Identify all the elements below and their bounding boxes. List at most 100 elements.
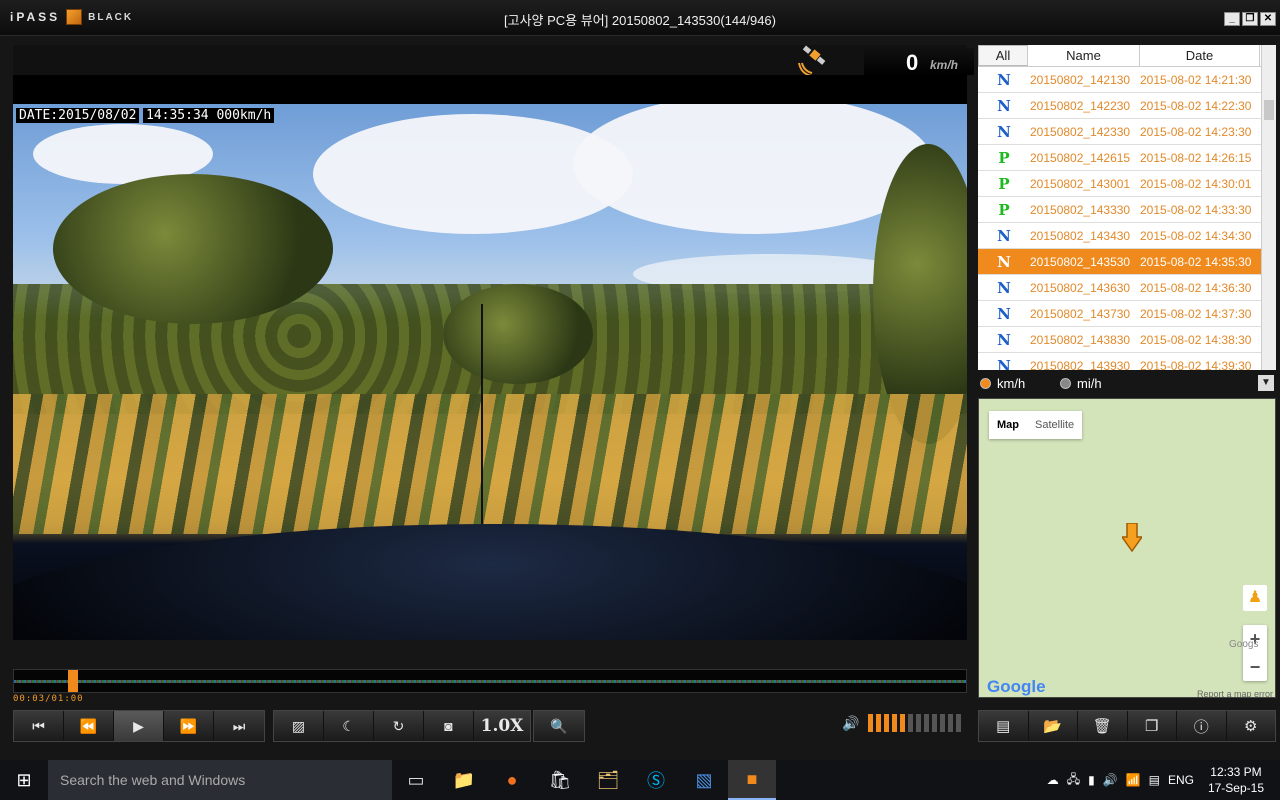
volume-bar[interactable] xyxy=(924,714,930,732)
pegman-icon[interactable]: ♟ xyxy=(1243,585,1267,611)
volume-bar[interactable] xyxy=(900,714,906,732)
volume-bar[interactable] xyxy=(868,714,874,732)
file-row[interactable]: N 20150802_143530 2015-08-02 14:35:30 xyxy=(978,249,1276,275)
magnify-button[interactable]: 🔍 xyxy=(534,711,584,741)
snapshot-button[interactable]: ◙ xyxy=(424,711,474,741)
copy-icon[interactable]: ❐ xyxy=(1128,711,1177,741)
video-frame[interactable]: DATE:2015/08/02 14:35:34 000km/h xyxy=(13,104,967,640)
volume-bar[interactable] xyxy=(908,714,914,732)
volume-bar[interactable] xyxy=(892,714,898,732)
volume-bar[interactable] xyxy=(932,714,938,732)
cloud-icon[interactable]: ☁ xyxy=(1047,773,1059,787)
volume-control[interactable]: 🔊 xyxy=(842,714,962,732)
volume-bar[interactable] xyxy=(956,714,962,732)
play-button[interactable]: ▶ xyxy=(114,711,164,741)
scroll-thumb[interactable] xyxy=(1264,100,1274,120)
volume-icon[interactable]: 🔊 xyxy=(1103,773,1118,787)
file-row[interactable]: N 20150802_143930 2015-08-02 14:39:30 xyxy=(978,353,1276,371)
file-row[interactable]: P 20150802_143001 2015-08-02 14:30:01 xyxy=(978,171,1276,197)
file-rows: N 20150802_142130 2015-08-02 14:21:30 N 2015… xyxy=(978,67,1276,370)
night-mode-button[interactable]: ☾ xyxy=(324,711,374,741)
windows-start-icon[interactable]: ⊞ xyxy=(0,760,48,800)
taskbar-search-box[interactable]: Search the web and Windows xyxy=(48,760,392,800)
delete-icon[interactable]: 🗑 xyxy=(1078,711,1128,741)
windows-taskbar: ⊞ Search the web and Windows ▭ 📁 ● 🛍 🗂 Ⓢ… xyxy=(0,760,1280,800)
ipass-viewer-icon[interactable]: ■ xyxy=(728,760,776,800)
system-tray: ☁ 🖧 ▮ 🔊 📶 ▤ ENG 12:33 PM 17-Sep-15 xyxy=(1047,760,1280,800)
volume-bar[interactable] xyxy=(876,714,882,732)
volume-bar[interactable] xyxy=(916,714,922,732)
zoom-control: 🔍 xyxy=(533,710,585,742)
satellite-tab[interactable]: Satellite xyxy=(1027,411,1082,439)
skype-icon[interactable]: Ⓢ xyxy=(632,760,680,800)
name-column-header[interactable]: Name xyxy=(1028,45,1140,66)
store-icon[interactable]: 🛍 xyxy=(536,760,584,800)
map-tab[interactable]: Map xyxy=(989,411,1027,439)
tree xyxy=(443,284,593,384)
gps-satellite-icon xyxy=(798,45,826,75)
file-date: 2015-08-02 14:23:30 xyxy=(1140,124,1252,139)
file-explorer-icon[interactable]: 📁 xyxy=(440,760,488,800)
timeline-thumb[interactable] xyxy=(68,670,78,692)
file-row[interactable]: N 20150802_143430 2015-08-02 14:34:30 xyxy=(978,223,1276,249)
sd-card-icon[interactable]: ▤ xyxy=(979,711,1029,741)
volume-bar[interactable] xyxy=(940,714,946,732)
skip-forward-button[interactable]: ⏭ xyxy=(214,711,264,741)
file-row[interactable]: N 20150802_142330 2015-08-02 14:23:30 xyxy=(978,119,1276,145)
fast-forward-button[interactable]: ⏩ xyxy=(164,711,214,741)
file-row[interactable]: N 20150802_142230 2015-08-02 14:22:30 xyxy=(978,93,1276,119)
file-row[interactable]: N 20150802_142130 2015-08-02 14:21:30 xyxy=(978,67,1276,93)
battery-icon[interactable]: ▮ xyxy=(1088,773,1095,787)
map-panel[interactable]: Map Satellite ♟ + − Googs Google Report … xyxy=(978,398,1276,698)
file-type-badge: N xyxy=(997,278,1011,297)
report-map-error-link[interactable]: Report a map error xyxy=(1197,689,1273,697)
mph-label[interactable]: mi/h xyxy=(1077,376,1102,391)
speaker-icon[interactable]: 🔊 xyxy=(842,715,859,732)
mph-radio[interactable] xyxy=(1060,378,1071,389)
folder-icon[interactable]: 📂 xyxy=(1029,711,1078,741)
chevron-down-icon[interactable]: ▼ xyxy=(1258,375,1274,391)
language-indicator[interactable]: ENG xyxy=(1168,773,1194,787)
volume-bars[interactable] xyxy=(868,714,962,732)
document-app-icon[interactable]: ▧ xyxy=(680,760,728,800)
rewind-button[interactable]: ⏪ xyxy=(64,711,114,741)
close-button[interactable]: ✕ xyxy=(1260,12,1276,26)
minimize-button[interactable]: _ xyxy=(1224,12,1240,26)
file-type-badge: P xyxy=(998,200,1010,219)
file-row[interactable]: P 20150802_142615 2015-08-02 14:26:15 xyxy=(978,145,1276,171)
volume-bar[interactable] xyxy=(884,714,890,732)
gear-icon[interactable]: ⚙ xyxy=(1227,711,1276,741)
notifications-icon[interactable]: ▤ xyxy=(1149,773,1160,787)
zoom-out-button[interactable]: − xyxy=(1243,653,1267,681)
date-column-header[interactable]: Date xyxy=(1140,45,1260,66)
volume-bar[interactable] xyxy=(948,714,954,732)
file-name: 20150802_143930 xyxy=(1030,358,1131,371)
antenna xyxy=(481,304,483,554)
playback-speed-button[interactable]: 1.0X xyxy=(474,711,530,741)
file-row[interactable]: P 20150802_143330 2015-08-02 14:33:30 xyxy=(978,197,1276,223)
kmh-label[interactable]: km/h xyxy=(997,376,1025,391)
firefox-icon[interactable]: ● xyxy=(488,760,536,800)
kmh-radio[interactable] xyxy=(980,378,991,389)
file-name: 20150802_142615 xyxy=(1030,150,1131,165)
file-type-badge: N xyxy=(997,330,1011,349)
task-view-icon[interactable]: ▭ xyxy=(392,760,440,800)
skip-back-button[interactable]: ⏮ xyxy=(14,711,64,741)
rotate-button[interactable]: ↻ xyxy=(374,711,424,741)
network-status-icon[interactable]: 🖧 xyxy=(1067,770,1080,791)
restore-button[interactable]: ❐ xyxy=(1242,12,1258,26)
file-list-scrollbar[interactable] xyxy=(1261,45,1276,370)
timeline-slider[interactable] xyxy=(13,669,967,693)
filter-all-tab[interactable]: All xyxy=(978,45,1028,66)
file-name: 20150802_142230 xyxy=(1030,98,1131,113)
file-row[interactable]: N 20150802_143730 2015-08-02 14:37:30 xyxy=(978,301,1276,327)
clock[interactable]: 12:33 PM 17-Sep-15 xyxy=(1208,764,1264,796)
folder-icon[interactable]: 🗂 xyxy=(584,760,632,800)
image-adjust-button[interactable]: ▨ xyxy=(274,711,324,741)
info-icon[interactable]: ⓘ xyxy=(1177,711,1227,741)
clock-time: 12:33 PM xyxy=(1210,765,1262,779)
file-name: 20150802_142130 xyxy=(1030,72,1131,87)
wifi-icon[interactable]: 📶 xyxy=(1126,773,1141,787)
file-row[interactable]: N 20150802_143830 2015-08-02 14:38:30 xyxy=(978,327,1276,353)
file-row[interactable]: N 20150802_143630 2015-08-02 14:36:30 xyxy=(978,275,1276,301)
